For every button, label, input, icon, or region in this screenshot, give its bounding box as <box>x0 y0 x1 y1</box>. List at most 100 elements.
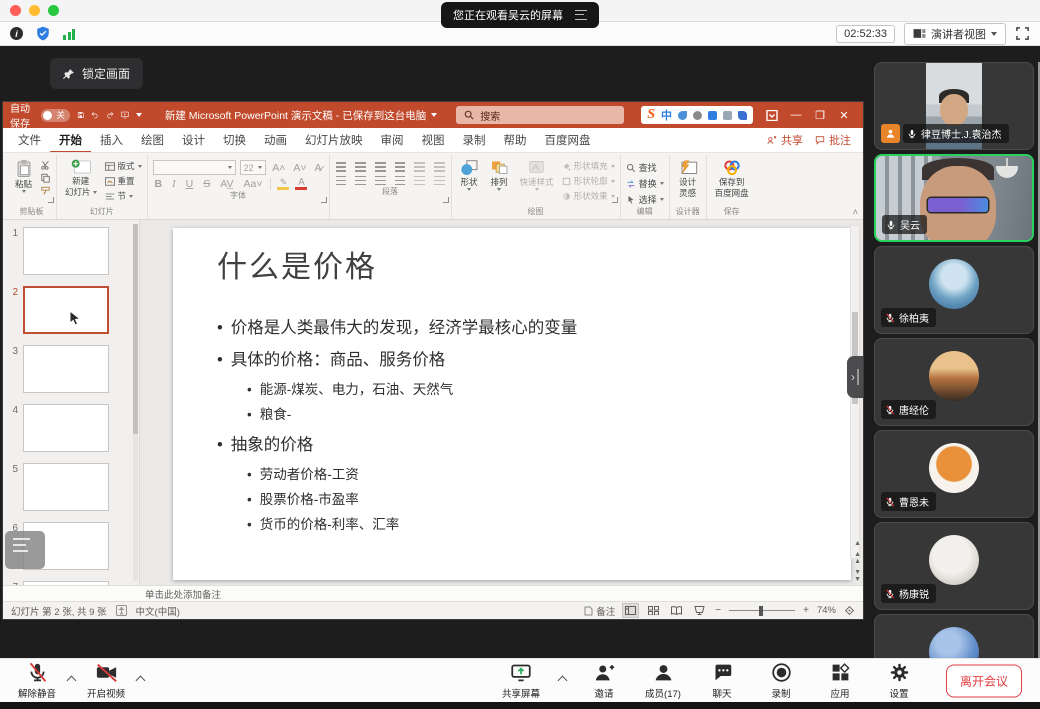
tab-view[interactable]: 视图 <box>413 128 454 153</box>
slideshow-from-start-icon[interactable] <box>121 109 129 121</box>
fit-slide-icon[interactable] <box>844 605 855 616</box>
leave-meeting-button[interactable]: 离开会议 <box>946 664 1022 697</box>
expand-panel-tab[interactable]: › <box>847 356 863 398</box>
autosave-toggle[interactable]: 关 <box>41 109 70 122</box>
ppt-close-icon[interactable]: ✕ <box>832 109 856 122</box>
slide-canvas[interactable]: 什么是价格 价格是人类最伟大的发现，经济学最核心的变量 具体的价格：商品、服务价… <box>173 228 851 580</box>
settings-button[interactable]: 设置 <box>876 662 922 700</box>
slideshow-view-button[interactable] <box>692 604 707 617</box>
highlight-color-button[interactable]: ✎ <box>277 178 289 190</box>
tab-baidu-netdisk[interactable]: 百度网盘 <box>536 128 600 153</box>
participant-tile-partial[interactable] <box>874 614 1034 658</box>
smartart-convert-icon[interactable] <box>434 176 445 178</box>
tab-file[interactable]: 文件 <box>9 128 50 153</box>
tab-transitions[interactable]: 切换 <box>214 128 255 153</box>
thumbnail-row-7[interactable]: 7 <box>3 581 139 585</box>
bullet-list-icon[interactable] <box>336 162 347 164</box>
shapes-button[interactable]: 形状 <box>457 157 482 191</box>
font-family-select[interactable] <box>153 160 236 175</box>
participant-tile[interactable]: 律豆博士.J.袁治杰 <box>874 62 1034 150</box>
thumbnail-row-1[interactable]: 1 <box>3 227 139 275</box>
slide-sorter-view-button[interactable] <box>646 604 661 617</box>
shape-outline-button[interactable]: 形状轮廓 <box>562 175 615 187</box>
title-dropdown-icon[interactable] <box>431 113 437 117</box>
notes-toggle-button[interactable]: 备注 <box>584 604 615 618</box>
align-left-icon[interactable] <box>336 176 347 178</box>
language-indicator[interactable]: 中文(中国) <box>136 604 180 618</box>
thumbnail-row-5[interactable]: 5 <box>3 463 139 511</box>
view-mode-button[interactable]: 演讲者视图 <box>904 23 1006 45</box>
save-icon[interactable] <box>77 109 84 121</box>
grow-font-icon[interactable]: A˄ <box>270 162 287 174</box>
scroll-up-icon[interactable]: ▲ <box>854 540 861 547</box>
slide-title[interactable]: 什么是价格 <box>217 242 377 286</box>
paragraph-dialog-launcher-icon[interactable] <box>443 197 449 203</box>
arrange-button[interactable]: 排列 <box>487 157 512 191</box>
underline-button[interactable]: U <box>184 178 196 190</box>
zoom-slider-thumb[interactable] <box>759 606 763 616</box>
thumbnail-row-3[interactable]: 3 <box>3 345 139 393</box>
accessibility-icon[interactable] <box>116 605 127 616</box>
find-button[interactable]: 查找 <box>626 161 664 174</box>
participant-tile[interactable]: 曹恩未 <box>874 430 1034 518</box>
zoom-out-icon[interactable]: − <box>715 605 721 616</box>
new-slide-button[interactable]: 新建 幻灯片 <box>62 157 100 197</box>
tab-design[interactable]: 设计 <box>173 128 214 153</box>
drawing-dialog-launcher-icon[interactable] <box>612 197 618 203</box>
clear-format-icon[interactable]: A̷ <box>313 162 324 174</box>
quick-styles-button[interactable]: 快速样式 <box>517 157 557 191</box>
unmute-button[interactable]: 解除静音 <box>14 662 60 700</box>
options-icon[interactable] <box>575 10 587 20</box>
ribbon-options-icon[interactable] <box>760 110 784 121</box>
slide-thumbnail-selected[interactable] <box>23 286 109 334</box>
layout-button[interactable]: 版式 <box>105 160 142 172</box>
minimize-window-button[interactable] <box>29 5 40 16</box>
encryption-shield-icon[interactable] <box>36 26 50 41</box>
collapse-ribbon-icon[interactable]: ˄ <box>853 207 858 217</box>
columns-icon[interactable] <box>414 176 425 178</box>
share-button[interactable]: 共享 <box>767 132 803 148</box>
copy-icon[interactable] <box>40 173 51 183</box>
undo-icon[interactable] <box>91 109 99 121</box>
slide-thumbnail[interactable] <box>23 463 109 511</box>
previous-slide-icon[interactable]: ▲▲ <box>854 551 861 565</box>
share-screen-button[interactable]: 共享屏幕 <box>498 662 544 700</box>
slide-thumbnail[interactable] <box>23 581 109 585</box>
format-painter-icon[interactable] <box>40 186 51 196</box>
select-button[interactable]: 选择 <box>626 193 664 206</box>
shape-effects-button[interactable]: 形状效果 <box>562 190 615 202</box>
meeting-info-icon[interactable]: i <box>10 27 23 40</box>
tab-draw[interactable]: 绘图 <box>132 128 173 153</box>
replace-button[interactable]: 替换 <box>626 177 664 190</box>
pin-screen-button[interactable]: 锁定画面 <box>50 58 143 89</box>
quick-access-menu-icon[interactable] <box>136 113 142 117</box>
numbered-list-icon[interactable] <box>355 162 366 164</box>
font-color-button[interactable]: A <box>295 178 307 190</box>
notes-bar[interactable]: 单击此处添加备注 <box>3 585 863 601</box>
slide-body-text[interactable]: 价格是人类最伟大的发现，经济学最核心的变量 具体的价格：商品、服务价格 能源-煤… <box>217 306 825 538</box>
comments-button[interactable]: 批注 <box>815 132 851 148</box>
participant-tile-active-speaker[interactable]: 吴云 <box>874 154 1034 242</box>
thumbnail-row-2[interactable]: 2 <box>3 286 139 334</box>
ppt-search-input[interactable]: 搜索 <box>456 106 624 124</box>
sogou-ime-bar[interactable]: S 中 <box>641 106 753 124</box>
video-options-chevron-icon[interactable] <box>136 676 146 686</box>
thumbnail-row-4[interactable]: 4 <box>3 404 139 452</box>
scrollbar-thumb[interactable] <box>133 224 138 434</box>
clipboard-dialog-launcher-icon[interactable] <box>48 197 54 203</box>
tab-record[interactable]: 录制 <box>454 128 495 153</box>
font-size-select[interactable]: 22 <box>240 160 267 175</box>
audio-options-chevron-icon[interactable] <box>67 676 77 686</box>
tab-animations[interactable]: 动画 <box>255 128 296 153</box>
strikethrough-button[interactable]: S <box>201 178 212 190</box>
normal-view-button[interactable] <box>623 604 638 617</box>
increase-indent-icon[interactable] <box>395 162 406 164</box>
participant-tile[interactable]: 杨康锐 <box>874 522 1034 610</box>
tab-insert[interactable]: 插入 <box>91 128 132 153</box>
slide-thumbnail[interactable] <box>23 404 109 452</box>
reading-view-button[interactable] <box>669 604 684 617</box>
shrink-font-icon[interactable]: A˅ <box>291 162 308 174</box>
font-dialog-launcher-icon[interactable] <box>321 197 327 203</box>
share-options-chevron-icon[interactable] <box>558 676 568 686</box>
paste-button[interactable]: 粘贴 <box>12 157 35 193</box>
